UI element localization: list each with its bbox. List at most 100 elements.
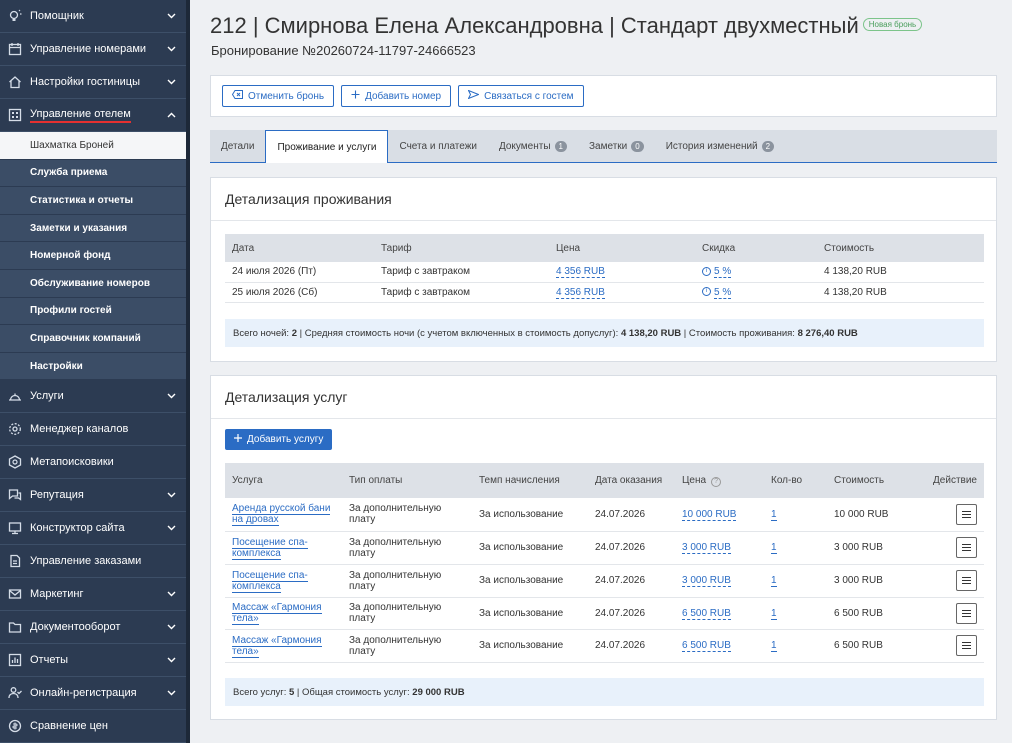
orders-icon (7, 553, 23, 569)
total-value: 8 276,40 RUB (797, 327, 858, 339)
stay-discount-link[interactable]: 5 % (714, 286, 732, 299)
service-price-link[interactable]: 6 500 RUB (682, 640, 731, 652)
contact-guest-button[interactable]: Связаться с гостем (458, 85, 584, 107)
tab-history[interactable]: История изменений 2 (655, 130, 785, 162)
services-table: Услуга Тип оплаты Темп начисления Дата о… (225, 463, 984, 663)
monitor-icon (7, 520, 23, 536)
tab-label: История изменений (665, 140, 758, 152)
service-name-link[interactable]: Аренда русской бани на дровах (232, 503, 331, 527)
service-date: 24.07.2026 (588, 531, 675, 565)
row-menu-button[interactable] (956, 635, 977, 656)
lightbulb-icon (7, 8, 23, 24)
plus-icon (234, 434, 242, 445)
tab-label: Счета и платежи (399, 140, 477, 152)
sidebar-subitem-bookings-grid[interactable]: Шахматка Броней (0, 132, 186, 160)
service-price-link[interactable]: 10 000 RUB (682, 508, 737, 521)
services-details-card: Детализация услуг Добавить услугу Услуга… (210, 375, 997, 720)
table-header-row: Услуга Тип оплаты Темп начисления Дата о… (225, 463, 984, 498)
sidebar-subitem-front-desk[interactable]: Служба приема (0, 159, 186, 188)
help-icon[interactable]: ? (711, 476, 722, 487)
cancel-booking-button[interactable]: Отменить бронь (222, 85, 335, 107)
calendar-icon (7, 41, 23, 57)
column-header: Действие (925, 463, 984, 498)
row-menu-button[interactable] (956, 570, 977, 591)
row-menu-button[interactable] (956, 537, 977, 558)
add-service-button[interactable]: Добавить услугу (225, 429, 333, 450)
payment-type: За дополнительную плату (342, 564, 472, 598)
service-name-link[interactable]: Массаж «Гармония тела» (232, 634, 322, 658)
service-name-link[interactable]: Посещение спа-комплекса (232, 569, 308, 593)
stay-price-link[interactable]: 4 356 RUB (556, 266, 605, 279)
service-qty-link[interactable]: 1 (771, 508, 777, 521)
sidebar-item-price-compare[interactable]: Сравнение цен (0, 710, 186, 743)
sidebar-item-reputation[interactable]: Репутация (0, 479, 186, 513)
service-price-link[interactable]: 3 000 RUB (682, 575, 731, 587)
row-menu-button[interactable] (956, 602, 977, 624)
tab-invoices[interactable]: Счета и платежи (388, 130, 488, 162)
stay-price-link[interactable]: 4 356 RUB (556, 286, 605, 299)
service-name-link[interactable]: Массаж «Гармония тела» (232, 602, 322, 625)
sidebar-item-reports[interactable]: Отчеты (0, 644, 186, 678)
stay-tariff: Тариф с завтраком (374, 262, 549, 283)
chevron-down-icon (167, 391, 176, 400)
send-icon (467, 89, 480, 102)
sidebar-item-label: Репутация (30, 489, 84, 502)
tab-notes[interactable]: Заметки 0 (578, 130, 655, 162)
service-cost: 3 000 RUB (827, 531, 925, 565)
sidebar-item-rooms[interactable]: Управление номерами (0, 33, 186, 66)
sidebar-subitem-companies[interactable]: Справочник компаний (0, 325, 186, 353)
sidebar-subitem-settings[interactable]: Настройки (0, 352, 186, 381)
sidebar-subitem-statistics[interactable]: Статистика и отчеты (0, 187, 186, 215)
service-price-link[interactable]: 3 000 RUB (682, 542, 731, 554)
sidebar-item-marketing[interactable]: Маркетинг (0, 578, 186, 612)
service-price-link[interactable]: 6 500 RUB (682, 607, 731, 620)
sidebar-subitem-room-stock[interactable]: Номерной фонд (0, 242, 186, 270)
stay-discount-link[interactable]: 5 % (714, 266, 732, 279)
service-qty-link[interactable]: 1 (771, 607, 777, 620)
sidebar-item-online-checkin[interactable]: Онлайн-регистрация (0, 677, 186, 711)
avg-value: 4 138,20 RUB (620, 327, 682, 339)
sidebar-item-metasearch[interactable]: Метапоисковики (0, 446, 186, 480)
service-qty-link[interactable]: 1 (771, 640, 777, 652)
row-menu-button[interactable] (956, 503, 977, 525)
charge-rate: За использование (472, 498, 588, 532)
sidebar-item-label: Сравнение цен (30, 720, 108, 733)
chevron-up-icon (167, 110, 176, 119)
sidebar-item-orders[interactable]: Управление заказами (0, 545, 186, 579)
chevron-down-icon (167, 44, 176, 53)
sidebar-item-label: Менеджер каналов (30, 423, 129, 436)
sidebar-item-hotel-management[interactable]: Управление отелем (0, 99, 186, 132)
payment-type: За дополнительную плату (342, 629, 472, 663)
add-room-button[interactable]: Добавить номер (341, 85, 452, 107)
sidebar-item-label: Настройки гостиницы (30, 76, 140, 88)
column-header: Дата (225, 234, 374, 262)
charge-rate: За использование (472, 597, 588, 630)
sidebar-subitem-housekeeping[interactable]: Обслуживание номеров (0, 269, 186, 298)
table-row: Массаж «Гармония тела» За дополнительную… (225, 597, 984, 630)
sidebar-item-label: Метапоисковики (30, 456, 114, 469)
price-compare-icon (7, 718, 23, 734)
chevron-down-icon (167, 490, 176, 499)
table-row: 25 июля 2026 (Сб) Тариф с завтраком 4 35… (225, 282, 984, 303)
tab-details[interactable]: Детали (210, 130, 265, 162)
sidebar-item-channel-manager[interactable]: Менеджер каналов (0, 413, 186, 447)
stay-date: 24 июля 2026 (Пт) (225, 262, 374, 283)
service-name-link[interactable]: Посещение спа-комплекса (232, 536, 308, 560)
booking-number: Бронирование №20260724-11797-24666523 (211, 43, 476, 58)
service-qty-link[interactable]: 1 (771, 575, 777, 587)
sidebar-item-documents[interactable]: Документооборот (0, 611, 186, 645)
tab-documents[interactable]: Документы 1 (488, 130, 578, 162)
column-header: Тариф (374, 234, 549, 262)
sidebar-item-hotel-settings[interactable]: Настройки гостиницы (0, 66, 186, 99)
tab-count-badge: 0 (631, 140, 644, 152)
chevron-down-icon (167, 589, 176, 598)
sidebar-item-assistant[interactable]: Помощник (0, 0, 186, 33)
sidebar-subitem-notes[interactable]: Заметки и указания (0, 214, 186, 243)
tab-stay-services[interactable]: Проживание и услуги (265, 130, 389, 163)
sidebar-item-services[interactable]: Услуги (0, 380, 186, 414)
sidebar-item-site-builder[interactable]: Конструктор сайта (0, 512, 186, 546)
sidebar-subitem-guest-profiles[interactable]: Профили гостей (0, 297, 186, 326)
sidebar-item-label: Помощник (30, 10, 84, 22)
service-qty-link[interactable]: 1 (771, 542, 777, 554)
services-summary: Всего услуг: 5 | Общая стоимость услуг: … (225, 678, 984, 706)
